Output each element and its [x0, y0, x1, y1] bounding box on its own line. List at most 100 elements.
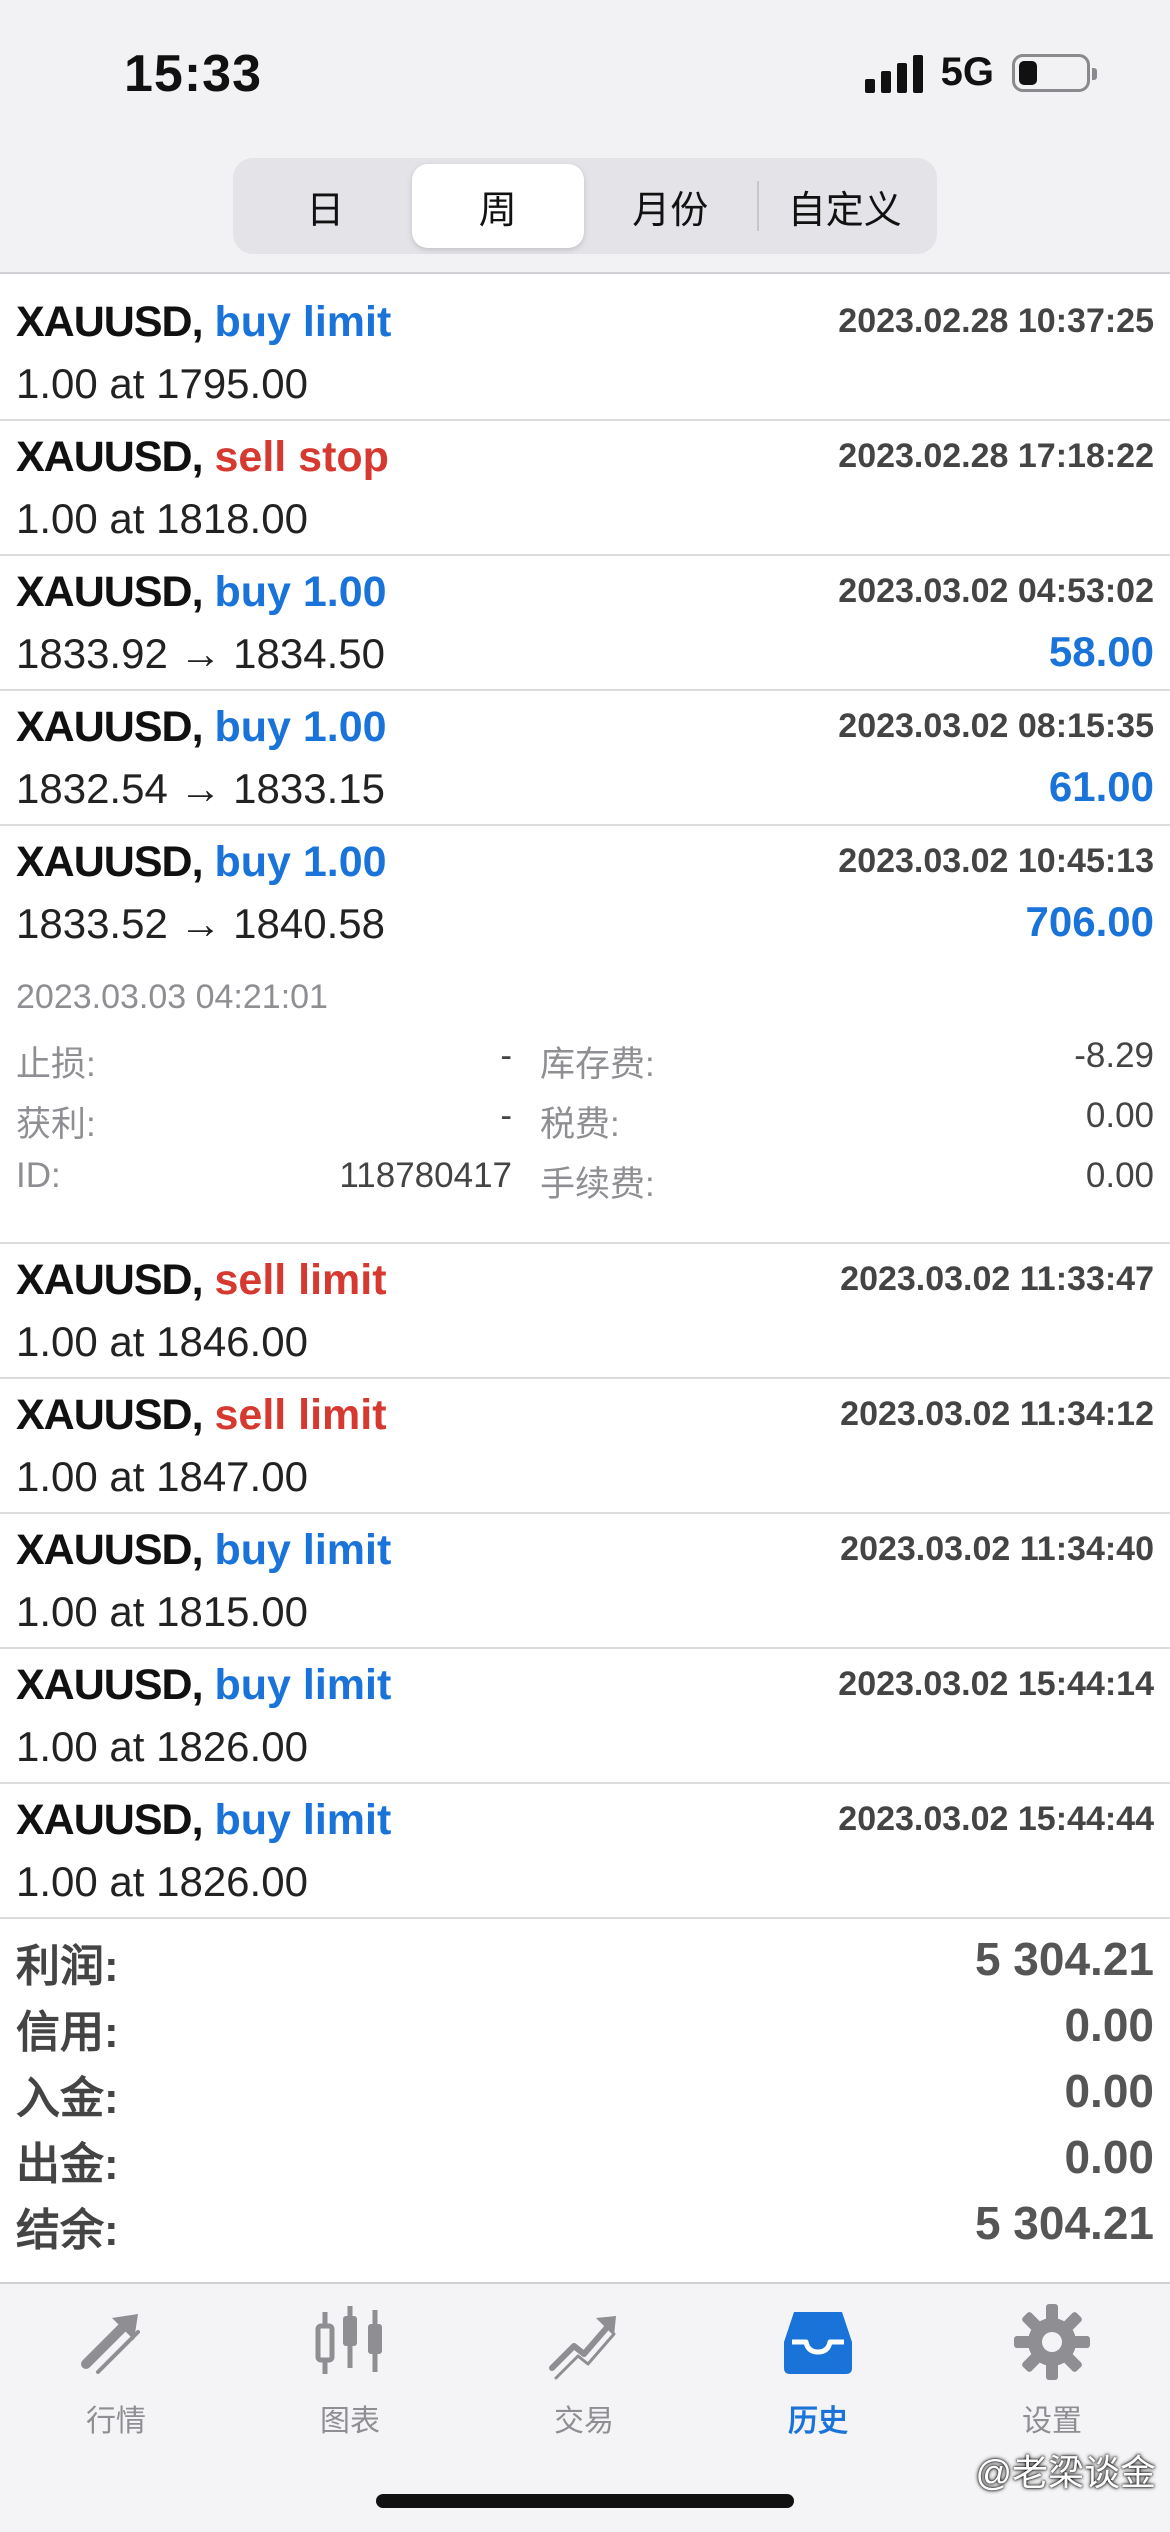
swap-label: 库存费: [540, 1045, 655, 1084]
order-detail: 1832.54 → 1833.15 [16, 765, 385, 812]
tab-label: 交易 [554, 2405, 614, 2438]
top-bar: 15:33 5G 日 周 月份 自定义 [0, 0, 1170, 272]
summary-deposit: 入金: 0.00 [0, 2056, 1170, 2123]
tab-label: 设置 [1022, 2405, 1082, 2438]
summary-balance: 结余: 5 304.21 [0, 2188, 1170, 2255]
summary-label: 利润: [16, 1942, 119, 1991]
history-row[interactable]: XAUUSD, sell limit 2023.03.02 11:33:47 1… [0, 1244, 1170, 1379]
order-action: buy 1.00 [214, 703, 387, 751]
commission-value: 0.00 [1085, 1156, 1154, 1195]
order-time: 2023.02.28 17:18:22 [838, 437, 1154, 475]
order-action: buy limit [214, 1661, 392, 1709]
history-row[interactable]: XAUUSD, buy limit 2023.03.02 11:34:40 1.… [0, 1514, 1170, 1649]
history-row[interactable]: XAUUSD, buy 1.00 2023.03.02 08:15:35 183… [0, 691, 1170, 826]
history-row[interactable]: XAUUSD, sell limit 2023.03.02 11:34:12 1… [0, 1379, 1170, 1514]
summary-label: 信用: [16, 2008, 119, 2057]
order-action: buy 1.00 [214, 568, 387, 616]
order-profit: 706.00 [1025, 898, 1154, 945]
segment-month[interactable]: 月份 [584, 164, 757, 248]
history-row[interactable]: XAUUSD, buy limit 2023.03.02 15:44:14 1.… [0, 1649, 1170, 1784]
tab-history[interactable]: 历史 [718, 2302, 918, 2462]
history-row[interactable]: XAUUSD, buy 1.00 2023.03.02 04:53:02 183… [0, 556, 1170, 691]
gear-icon [1014, 2304, 1090, 2380]
status-indicators: 5G [864, 50, 1097, 95]
tab-settings[interactable]: 设置 [952, 2302, 1152, 2462]
symbol: XAUUSD, [16, 1526, 204, 1574]
expanded-row-header: XAUUSD, buy 1.00 2023.03.02 10:45:13 183… [0, 826, 1170, 961]
watermark: @老梁谈金 [975, 2452, 1156, 2493]
period-segmented-control: 日 周 月份 自定义 [233, 158, 937, 254]
home-indicator[interactable] [376, 2494, 794, 2508]
order-action: sell limit [214, 1256, 387, 1304]
summary-credit: 信用: 0.00 [0, 1990, 1170, 2057]
symbol: XAUUSD, [16, 1796, 204, 1844]
symbol: XAUUSD, [16, 838, 204, 886]
tax-value: 0.00 [1085, 1096, 1154, 1135]
summary-value: 0.00 [1064, 2065, 1154, 2117]
order-profit: 58.00 [1048, 628, 1154, 675]
order-detail: 1.00 at 1826.00 [16, 1858, 308, 1905]
order-profit: 61.00 [1048, 763, 1154, 810]
network-label: 5G [940, 50, 994, 94]
segment-day[interactable]: 日 [239, 164, 412, 248]
history-row[interactable]: XAUUSD, sell stop 2023.02.28 17:18:22 1.… [0, 421, 1170, 556]
summary-value: 0.00 [1064, 2131, 1154, 2183]
order-time: 2023.03.02 15:44:44 [838, 1800, 1154, 1838]
history-row[interactable]: XAUUSD, buy limit 2023.03.02 15:44:44 1.… [0, 1784, 1170, 1919]
history-icon [784, 2312, 852, 2374]
close-time: 2023.03.03 04:21:01 [16, 978, 328, 1016]
tab-label: 行情 [86, 2405, 146, 2438]
symbol: XAUUSD, [16, 1391, 204, 1439]
order-time: 2023.03.02 10:45:13 [838, 842, 1154, 880]
summary-withdrawal: 出金: 0.00 [0, 2122, 1170, 2189]
order-detail: 1.00 at 1815.00 [16, 1588, 308, 1635]
history-list: XAUUSD, buy limit 2023.02.28 10:37:25 1.… [0, 286, 1170, 1919]
tab-trade[interactable]: 交易 [484, 2302, 684, 2462]
symbol: XAUUSD, [16, 568, 204, 616]
tab-label: 历史 [788, 2405, 848, 2438]
summary-label: 出金: [16, 2140, 119, 2189]
segment-custom[interactable]: 自定义 [759, 164, 932, 248]
order-detail: 1.00 at 1826.00 [16, 1723, 308, 1770]
summary-value: 0.00 [1064, 1999, 1154, 2051]
tab-chart[interactable]: 图表 [250, 2302, 450, 2462]
symbol: XAUUSD, [16, 1661, 204, 1709]
summary-label: 入金: [16, 2074, 119, 2123]
order-action: buy limit [214, 298, 392, 346]
history-row-expanded[interactable]: XAUUSD, buy 1.00 2023.03.02 10:45:13 183… [0, 826, 1170, 1244]
segment-week[interactable]: 周 [411, 164, 584, 248]
commission-label: 手续费: [540, 1165, 655, 1204]
take-profit-value: - [500, 1096, 512, 1135]
order-time: 2023.03.02 15:44:14 [838, 1665, 1154, 1703]
order-detail: 1.00 at 1846.00 [16, 1318, 308, 1365]
symbol: XAUUSD, [16, 1256, 204, 1304]
history-row[interactable]: XAUUSD, buy limit 2023.02.28 10:37:25 1.… [0, 286, 1170, 421]
tab-label: 图表 [320, 2405, 380, 2438]
order-action: sell stop [214, 433, 389, 481]
order-time: 2023.03.02 08:15:35 [838, 707, 1154, 745]
order-detail: 1833.52 → 1840.58 [16, 900, 385, 947]
order-id-value: 118780417 [339, 1156, 512, 1195]
swap-value: -8.29 [1074, 1036, 1154, 1075]
chart-icon [315, 2306, 382, 2374]
order-action: buy limit [214, 1526, 392, 1574]
order-detail-grid: 止损: - 库存费: -8.29 获利: - 税费: 0.00 ID: 1187… [16, 1036, 1154, 1216]
symbol: XAUUSD, [16, 433, 204, 481]
status-time: 15:33 [124, 45, 262, 103]
tab-quotes[interactable]: 行情 [16, 2302, 216, 2462]
order-action: sell limit [214, 1391, 387, 1439]
trade-icon [549, 2316, 616, 2380]
tax-label: 税费: [540, 1105, 620, 1144]
order-time: 2023.03.02 11:34:12 [840, 1395, 1154, 1433]
summary-value: 5 304.21 [974, 1933, 1154, 1985]
summary-value: 5 304.21 [974, 2197, 1154, 2249]
order-time: 2023.03.02 11:33:47 [840, 1260, 1154, 1298]
order-time: 2023.03.02 11:34:40 [840, 1530, 1154, 1568]
signal-icon [864, 53, 923, 93]
order-detail: 1833.92 → 1834.50 [16, 630, 385, 677]
order-detail: 1.00 at 1847.00 [16, 1453, 308, 1500]
quotes-icon [81, 2314, 140, 2374]
symbol: XAUUSD, [16, 703, 204, 751]
header-divider [0, 272, 1170, 274]
summary-profit: 利润: 5 304.21 [0, 1924, 1170, 1991]
